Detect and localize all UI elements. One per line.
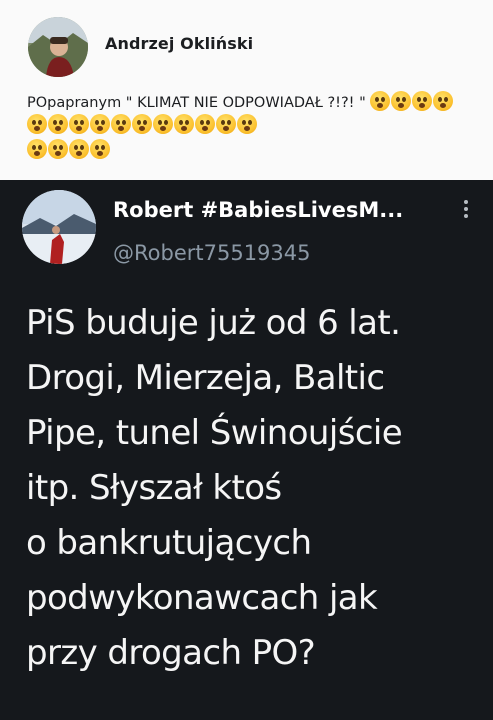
- astonished-face-emoji: [174, 114, 194, 134]
- astonished-face-emoji: [195, 114, 215, 134]
- tweet-text-line: o bankrutujących: [26, 523, 312, 563]
- astonished-face-emoji: [27, 139, 47, 159]
- tweet-text: PiS buduje już od 6 lat. Drogi, Mierzeja…: [26, 296, 493, 681]
- facebook-post: Andrzej Okliński POpapranym " KLIMAT NIE…: [0, 0, 493, 180]
- tweet-text-line: itp. Słyszał ktoś: [26, 468, 282, 508]
- tweet-author-avatar[interactable]: [22, 190, 96, 264]
- vertical-ellipsis-icon[interactable]: [462, 200, 470, 221]
- astonished-face-emoji: [90, 114, 110, 134]
- tweet-text-line: Pipe, tunel Świnoujście: [26, 413, 403, 453]
- post-text-content: POpapranym " KLIMAT NIE ODPOWIADAŁ ?!?! …: [27, 95, 366, 111]
- astonished-face-emoji: [391, 91, 412, 111]
- astonished-face-emoji: [412, 91, 433, 111]
- astonished-face-emoji: [27, 114, 47, 134]
- astonished-face-emoji: [216, 114, 236, 134]
- author-name[interactable]: Andrzej Okliński: [105, 34, 253, 53]
- emoji-row: [27, 139, 467, 162]
- tweet-text-line: przy drogach PO?: [26, 633, 316, 673]
- tweet-display-name[interactable]: Robert #BabiesLivesM...: [113, 198, 453, 222]
- astonished-face-emoji: [48, 139, 68, 159]
- astonished-face-emoji: [433, 91, 454, 111]
- astonished-face-emoji: [69, 114, 89, 134]
- tweet-text-line: PiS buduje już od 6 lat.: [26, 303, 401, 343]
- tweet-text-line: podwykonawcach jak: [26, 578, 378, 618]
- astonished-face-emoji: [132, 114, 152, 134]
- astonished-face-emoji: [90, 139, 110, 159]
- tweet-handle[interactable]: @Robert75519345: [113, 241, 311, 265]
- astonished-face-emoji: [153, 114, 173, 134]
- astonished-face-emoji: [237, 114, 257, 134]
- astonished-face-emoji: [111, 114, 131, 134]
- astonished-face-emoji: [48, 114, 68, 134]
- tweet-text-line: Drogi, Mierzeja, Baltic: [26, 358, 385, 398]
- astonished-face-emoji: [69, 139, 89, 159]
- post-text: POpapranym " KLIMAT NIE ODPOWIADAŁ ?!?! …: [27, 91, 467, 162]
- author-avatar[interactable]: [28, 17, 88, 77]
- astonished-face-emoji: [370, 91, 391, 111]
